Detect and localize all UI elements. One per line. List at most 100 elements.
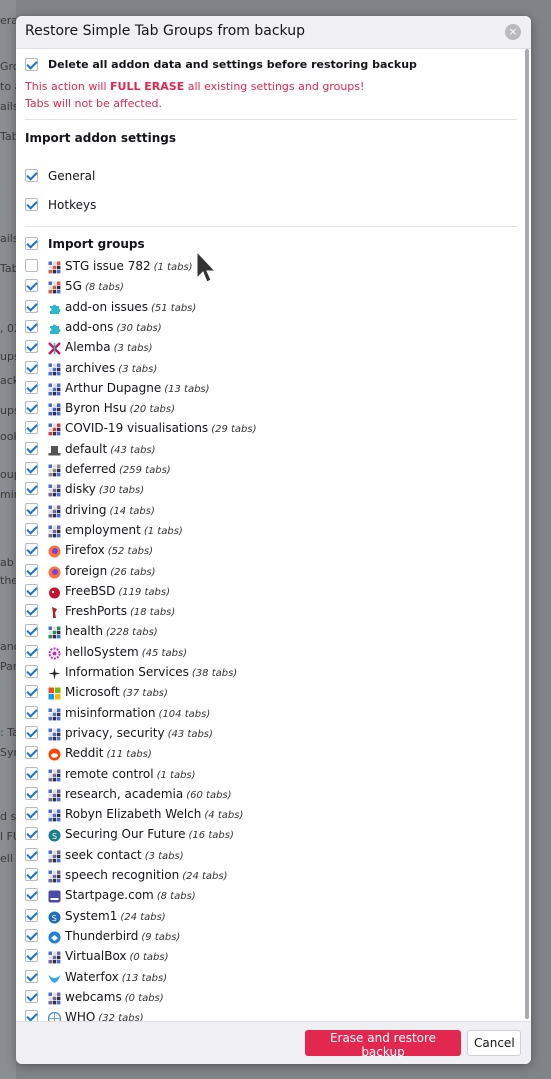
group-name: FreeBSD (65, 584, 116, 598)
stg-icon (48, 868, 61, 883)
group-item-label: WHO (32 tabs) (65, 1010, 144, 1021)
group-checkbox[interactable] (25, 624, 38, 637)
group-checkbox[interactable] (25, 523, 38, 536)
group-item-label: add-on issues (51 tabs) (65, 300, 196, 314)
group-checkbox[interactable] (25, 706, 38, 719)
group-tab-count: (13 tabs) (164, 384, 210, 395)
group-checkbox[interactable] (25, 604, 38, 617)
general-label: General (48, 169, 96, 183)
group-checkbox[interactable] (25, 848, 38, 861)
group-checkbox[interactable] (25, 767, 38, 780)
cancel-button[interactable]: Cancel (467, 1030, 521, 1056)
dialog-title: Restore Simple Tab Groups from backup (25, 23, 305, 39)
group-checkbox[interactable] (25, 645, 38, 658)
scrollbar[interactable] (525, 49, 529, 1019)
group-name: Microsoft (65, 685, 120, 699)
group-item-label: remote control (1 tabs) (65, 767, 196, 781)
group-checkbox[interactable] (25, 543, 38, 556)
group-checkbox[interactable] (25, 401, 38, 414)
group-tab-count: (14 tabs) (109, 506, 155, 517)
group-name: Arthur Dupagne (65, 381, 162, 395)
group-checkbox[interactable] (25, 787, 38, 800)
group-item-label: deferred (259 tabs) (65, 462, 171, 476)
backdrop-text: ack (0, 374, 16, 387)
group-tab-count: (18 tabs) (129, 607, 176, 618)
stg-icon (48, 259, 61, 274)
backdrop-left-strip (0, 0, 16, 1079)
group-name: STG issue 782 (65, 259, 151, 273)
group-tab-count: (8 tabs) (84, 282, 124, 293)
group-checkbox[interactable] (25, 300, 38, 313)
group-checkbox[interactable] (25, 868, 38, 881)
group-name: deferred (65, 462, 116, 476)
backdrop-text: oups (0, 468, 16, 481)
group-tab-count: (32 tabs) (98, 1013, 144, 1021)
erase-warning: This action will FULL ERASE all existing… (25, 80, 365, 93)
group-item-label: default (43 tabs) (65, 442, 156, 456)
group-checkbox[interactable] (25, 726, 38, 739)
group-item-label: COVID-19 visualisations (29 tabs) (65, 421, 257, 435)
stg-icon (48, 401, 61, 416)
backdrop-text: ook (0, 430, 16, 443)
group-checkbox[interactable] (25, 340, 38, 353)
group-checkbox[interactable] (25, 381, 38, 394)
group-tab-count: (13 tabs) (121, 973, 168, 984)
group-name: foreign (65, 564, 108, 578)
hotkeys-label: Hotkeys (48, 198, 97, 212)
backdrop-text: ano (0, 640, 16, 653)
close-button[interactable]: × (505, 24, 521, 40)
group-checkbox[interactable] (25, 361, 38, 374)
reddit-icon (48, 746, 61, 761)
group-checkbox[interactable] (25, 320, 38, 333)
group-checkbox[interactable] (25, 909, 38, 922)
stg-icon (48, 361, 61, 376)
star-icon (48, 665, 61, 680)
group-checkbox[interactable] (25, 1010, 38, 1021)
general-checkbox[interactable] (25, 169, 38, 182)
group-checkbox[interactable] (25, 462, 38, 475)
settings-heading: Import addon settings (25, 131, 177, 145)
group-checkbox[interactable] (25, 949, 38, 962)
group-checkbox[interactable] (25, 503, 38, 516)
group-checkbox[interactable] (25, 990, 38, 1003)
group-checkbox[interactable] (25, 482, 38, 495)
group-checkbox[interactable] (25, 827, 38, 840)
group-checkbox[interactable] (25, 746, 38, 759)
group-item-label: add-ons (30 tabs) (65, 320, 162, 334)
group-tab-count: (30 tabs) (116, 323, 162, 334)
backdrop-text: to a (0, 80, 16, 93)
stg-icon (48, 848, 61, 863)
group-checkbox[interactable] (25, 564, 38, 577)
group-checkbox[interactable] (25, 685, 38, 698)
group-item-label: driving (14 tabs) (65, 503, 155, 517)
freshports-icon (48, 604, 61, 618)
group-checkbox[interactable] (25, 888, 38, 901)
group-tab-count: (0 tabs) (124, 993, 164, 1004)
backdrop-text: Syn (0, 746, 16, 759)
erase-checkbox[interactable] (25, 58, 38, 71)
group-item-label: Arthur Dupagne (13 tabs) (65, 381, 210, 395)
group-tab-count: (20 tabs) (129, 404, 175, 415)
group-tab-count: (24 tabs) (182, 871, 228, 882)
group-checkbox[interactable] (25, 259, 38, 272)
puzzle-icon (48, 300, 61, 314)
group-item-label: seek contact (3 tabs) (65, 848, 184, 862)
group-item-label: webcams (0 tabs) (65, 990, 164, 1004)
stg-icon (48, 949, 61, 964)
divider (25, 226, 517, 227)
group-checkbox[interactable] (25, 279, 38, 292)
group-checkbox[interactable] (25, 421, 38, 434)
group-checkbox[interactable] (25, 442, 38, 455)
group-checkbox[interactable] (25, 665, 38, 678)
group-item-label: privacy, security (43 tabs) (65, 726, 213, 740)
group-checkbox[interactable] (25, 807, 38, 820)
stg-icon (48, 706, 61, 721)
group-checkbox[interactable] (25, 970, 38, 983)
group-checkbox[interactable] (25, 584, 38, 597)
erase-restore-button[interactable]: Erase and restore backup (305, 1030, 461, 1059)
group-checkbox[interactable] (25, 929, 38, 942)
group-tab-count: (43 tabs) (110, 445, 156, 456)
group-tab-count: (1 tabs) (156, 770, 196, 781)
hotkeys-checkbox[interactable] (25, 198, 38, 211)
import-groups-checkbox[interactable] (25, 237, 38, 250)
